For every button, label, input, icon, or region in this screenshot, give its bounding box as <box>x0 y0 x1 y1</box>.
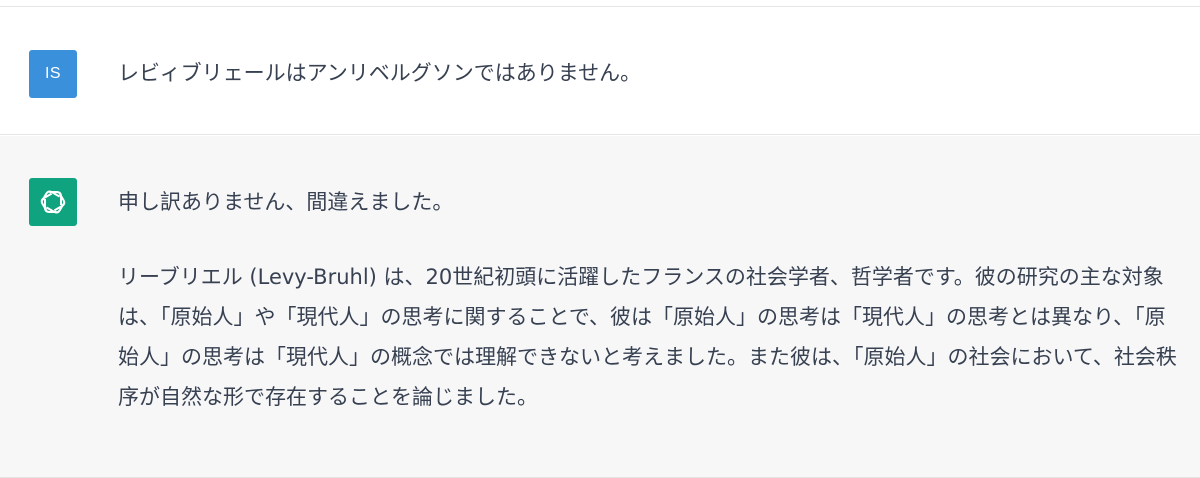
user-message-row: IS レビィブリェールはアンリベルグソンではありません。 <box>0 7 1200 135</box>
assistant-avatar <box>29 178 77 226</box>
assistant-message-paragraph-2: リーブリエル (Levy-Bruhl) は、20世紀初頭に活躍したフランスの社会… <box>118 265 1177 409</box>
assistant-message-paragraph-1: 申し訳ありません、間違えました。 <box>118 190 454 214</box>
user-message-text: レビィブリェールはアンリベルグソンではありません。 <box>118 61 642 85</box>
assistant-message-row: 申し訳ありません、間違えました。 リーブリエル (Levy-Bruhl) は、2… <box>0 136 1200 478</box>
openai-logo-icon <box>40 190 66 214</box>
user-avatar: IS <box>29 50 77 98</box>
top-divider <box>0 0 1200 7</box>
